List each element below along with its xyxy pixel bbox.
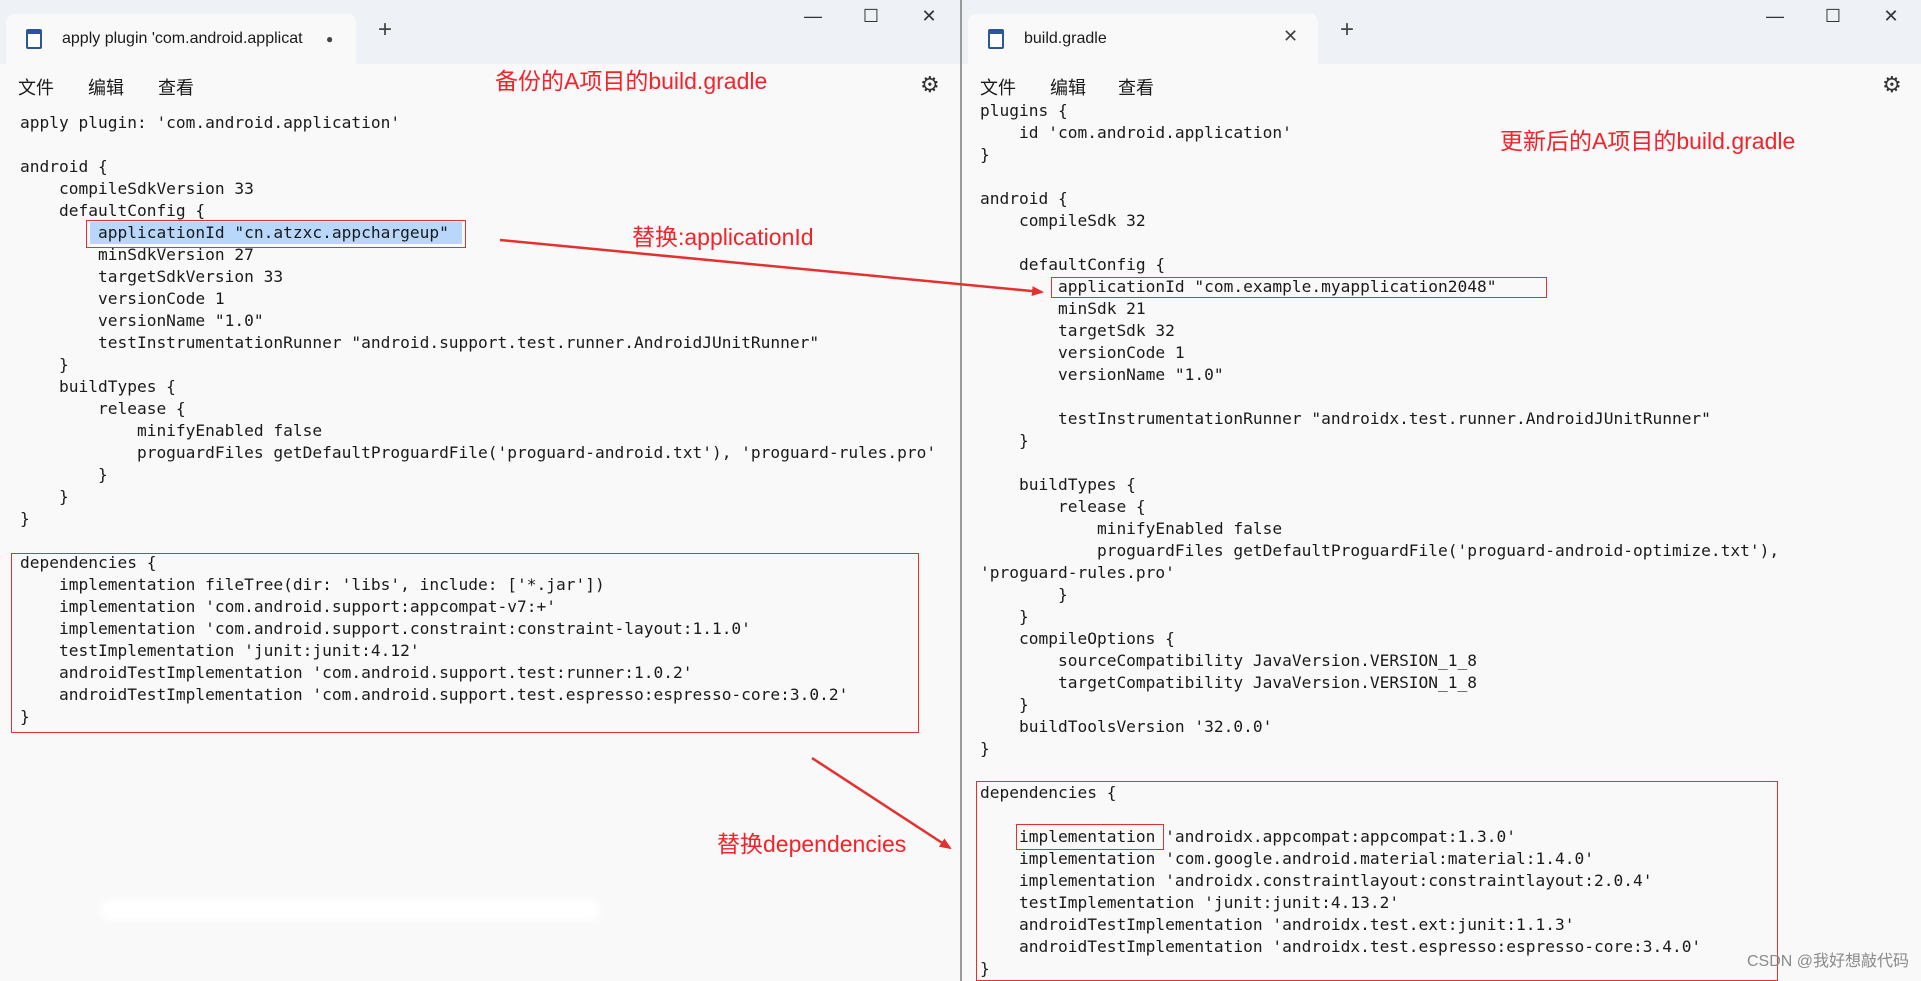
annotation-arrows xyxy=(499,238,1044,850)
redacted-area xyxy=(100,900,600,920)
arrow-appid xyxy=(499,238,1044,297)
arrow-deps xyxy=(811,756,952,850)
watermark: CSDN @我好想敲代码 xyxy=(1746,953,1909,970)
